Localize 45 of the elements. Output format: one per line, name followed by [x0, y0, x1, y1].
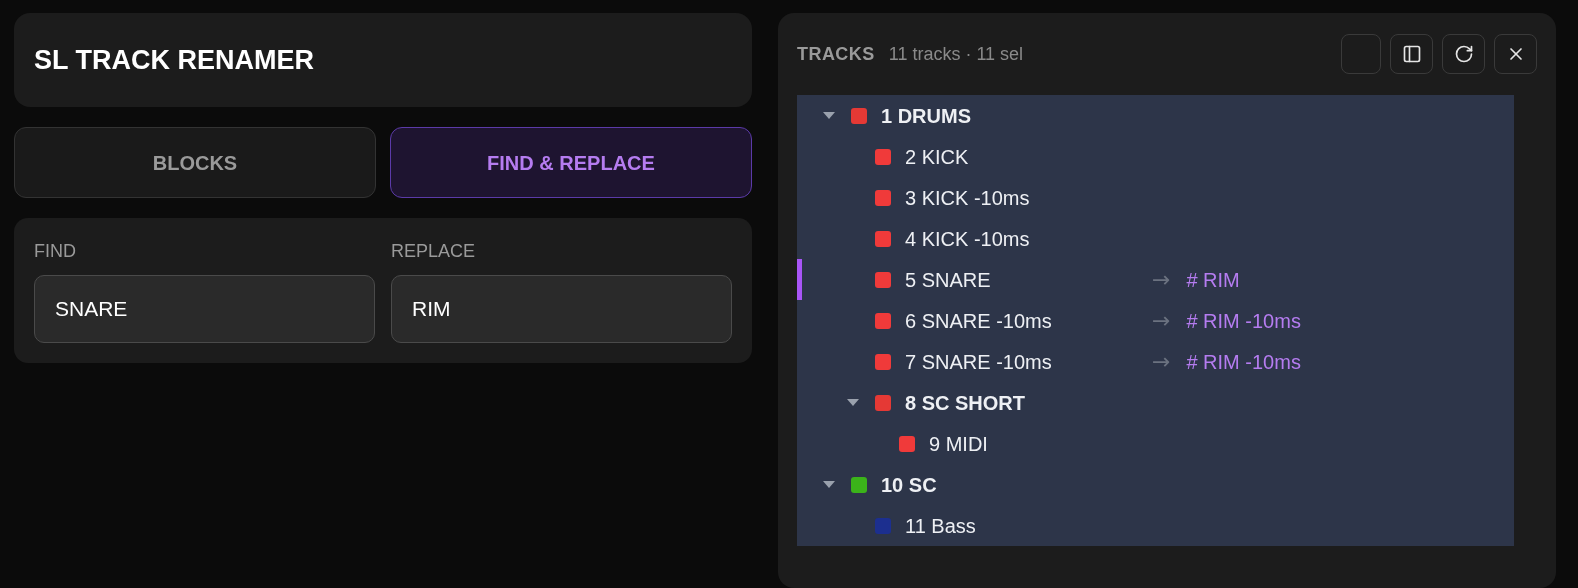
track-name: 5 SNARE — [905, 267, 991, 293]
track-name: 3 KICK -10ms — [905, 185, 1030, 211]
new-track-name: # RIM — [1186, 267, 1240, 293]
track-name: 7 SNARE -10ms — [905, 349, 1052, 375]
refresh-icon — [1453, 44, 1474, 64]
input-field[interactable]: RIM — [391, 275, 732, 343]
close-button[interactable] — [1494, 34, 1537, 74]
tab[interactable]: FIND & REPLACE — [390, 127, 752, 198]
track-name: 9 MIDI — [929, 431, 988, 457]
field-label: REPLACE — [391, 240, 477, 263]
arrow-icon: → — [1152, 263, 1171, 296]
track-row[interactable]: 9 MIDI — [797, 423, 1514, 464]
track-row[interactable]: 6 SNARE -10ms → # RIM -10ms — [797, 300, 1514, 341]
sidebar-button[interactable] — [1390, 34, 1433, 74]
sidebar-icon — [1401, 44, 1422, 64]
panel-title: TRACKS — [797, 42, 875, 66]
track-name: 2 KICK — [905, 144, 969, 170]
caret-icon[interactable] — [822, 111, 836, 120]
track-row[interactable]: 11 Bass — [797, 505, 1514, 546]
track-name: 1 DRUMS — [881, 103, 971, 129]
new-track-name: # RIM -10ms — [1186, 308, 1301, 334]
caret-icon[interactable] — [822, 480, 836, 489]
app-title: SL TRACK RENAMER — [34, 43, 314, 77]
track-name: 11 Bass — [905, 513, 976, 539]
track-row[interactable]: 3 KICK -10ms — [797, 177, 1514, 218]
track-row[interactable]: 4 KICK -10ms — [797, 218, 1514, 259]
track-row[interactable]: 7 SNARE -10ms → # RIM -10ms — [797, 341, 1514, 382]
tab[interactable]: BLOCKS — [14, 127, 376, 198]
track-name: 8 SC SHORT — [905, 390, 1026, 416]
track-name: 4 KICK -10ms — [905, 226, 1030, 252]
track-name: 10 SC — [881, 472, 937, 498]
track-row[interactable]: 8 SC SHORT — [797, 382, 1514, 423]
refresh-button[interactable] — [1442, 34, 1485, 74]
caret-icon[interactable] — [846, 398, 860, 407]
field-label: FIND — [34, 240, 77, 263]
track-count: 11 tracks · 11 sel — [888, 42, 1024, 66]
arrow-icon: → — [1152, 304, 1171, 337]
arrow-icon: → — [1152, 345, 1171, 378]
new-track-name: # RIM -10ms — [1186, 349, 1301, 375]
track-row[interactable]: 2 KICK — [797, 136, 1514, 177]
track-row[interactable]: 10 SC — [797, 464, 1514, 505]
track-row[interactable]: 1 DRUMS — [797, 95, 1514, 136]
track-row[interactable]: 5 SNARE → # RIM — [797, 259, 1514, 300]
track-name: 6 SNARE -10ms — [905, 308, 1052, 334]
input-field[interactable]: SNARE — [34, 275, 375, 343]
